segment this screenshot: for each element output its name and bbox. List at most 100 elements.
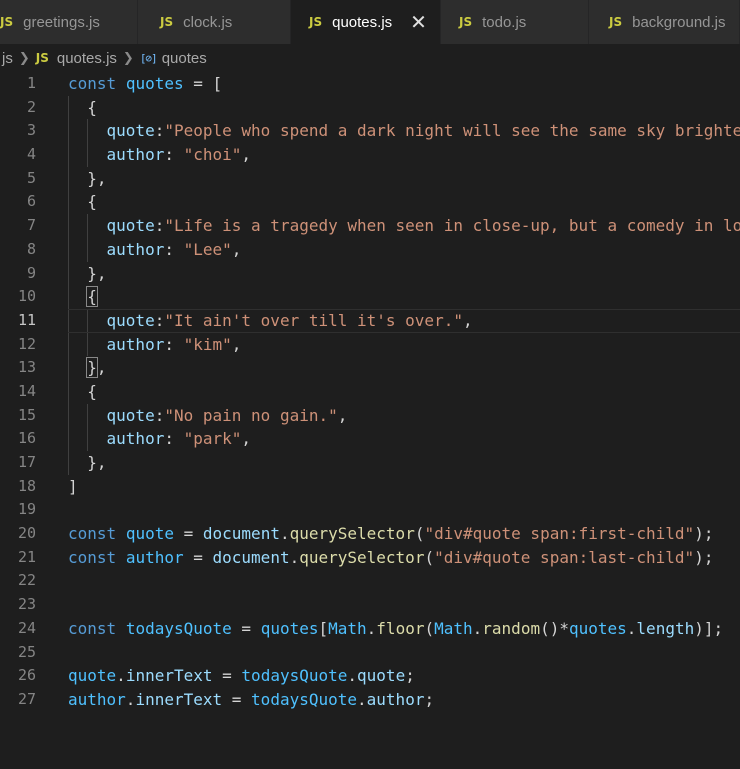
code-token: length — [636, 618, 695, 638]
code-token: "No pain no gain." — [164, 405, 338, 425]
code-token: , — [231, 239, 242, 259]
code-token: = — [231, 618, 261, 638]
code-token: = — [173, 524, 203, 544]
close-icon[interactable]: ✕ — [410, 12, 427, 32]
tab-greetings-js[interactable]: JS greetings.js — [0, 0, 138, 44]
code-text: { — [68, 380, 97, 404]
code-token: , — [96, 358, 107, 378]
code-editor[interactable]: 1 const quotes = [2 {3 quote:"People who … — [0, 72, 740, 769]
line-number: 17 — [17, 453, 36, 471]
code-token: }, — [68, 168, 107, 188]
code-line[interactable]: 8 author: "Lee", — [0, 237, 740, 262]
code-token: "div#quote span:first-child" — [424, 524, 695, 544]
line-number: 27 — [17, 689, 36, 708]
code-token: "Lee" — [183, 239, 232, 259]
code-line[interactable]: 16 author: "park", — [0, 427, 740, 451]
code-line[interactable]: 17 }, — [0, 451, 740, 475]
code-line[interactable]: 7 quote:"Life is a tragedy when seen in … — [0, 214, 740, 238]
code-token: ( — [424, 547, 435, 567]
code-line[interactable]: 6 { — [0, 190, 740, 215]
line-number: 5 — [26, 168, 36, 187]
code-text: ] — [68, 475, 78, 499]
line-number: 19 — [17, 500, 36, 519]
code-token: ( — [424, 618, 435, 638]
js-file-icon: JS — [609, 15, 623, 29]
tab-clock-js[interactable]: JS clock.js — [138, 0, 291, 44]
code-line[interactable]: 21 const author = document.querySelector(… — [0, 546, 740, 570]
code-line[interactable]: 14 { — [0, 379, 740, 404]
code-line[interactable]: 24 const todaysQuote = quotes[Math.floor(… — [0, 617, 740, 641]
code-text: const author = document.querySelector("d… — [68, 546, 713, 570]
code-token: quotes — [568, 618, 627, 638]
code-token: [ — [318, 618, 329, 638]
code-line[interactable]: 15 quote:"No pain no gain.", — [0, 403, 740, 428]
code-token: "choi" — [183, 145, 242, 165]
code-token: floor — [376, 618, 425, 638]
code-line[interactable]: 3 quote:"People who spend a dark night w… — [0, 119, 740, 144]
line-number: 14 — [17, 381, 36, 400]
code-token: ; — [424, 689, 435, 709]
code-token: author — [366, 689, 425, 709]
line-number: 10 — [17, 287, 36, 306]
code-line[interactable]: 23 — [0, 593, 740, 617]
code-token: author — [106, 239, 165, 259]
code-token: quote — [106, 216, 155, 236]
tab-label: todo.js — [482, 13, 527, 31]
code-text: const quotes = [ — [68, 72, 222, 96]
line-number: 16 — [17, 429, 36, 448]
code-line[interactable]: 26 quote.innerText = todaysQuote.quote; — [0, 664, 740, 688]
code-token: . — [347, 666, 358, 686]
code-token: const — [68, 74, 117, 93]
js-file-icon: JS — [309, 15, 323, 29]
tab-quotes-js[interactable]: JS quotes.js ✕ — [291, 0, 441, 44]
code-token: ()* — [540, 618, 569, 638]
code-line[interactable]: 5 }, — [0, 166, 740, 191]
code-token: , — [231, 334, 242, 354]
code-line[interactable]: 2 { — [0, 95, 740, 120]
code-line[interactable]: 18] — [0, 475, 740, 499]
code-token: "kim" — [183, 334, 232, 354]
code-line[interactable]: 25 — [0, 641, 740, 665]
code-line[interactable]: 4 author: "choi", — [0, 143, 740, 167]
code-line[interactable]: 19 — [0, 498, 740, 522]
line-number: 13 — [17, 358, 36, 377]
code-token: . — [116, 666, 126, 686]
code-token: = [ — [183, 74, 223, 93]
code-line[interactable]: 10 { — [0, 285, 740, 309]
code-token: const — [68, 547, 117, 567]
code-line[interactable]: 1 const quotes = [ — [0, 72, 740, 96]
code-line[interactable]: 13 }, — [0, 356, 740, 380]
breadcrumb-file[interactable]: quotes.js — [57, 50, 117, 67]
tab-background-js[interactable]: JS background.js — [589, 0, 740, 44]
line-number: 20 — [17, 524, 36, 543]
breadcrumb-folder[interactable]: js — [2, 50, 13, 67]
js-file-icon: JS — [0, 15, 14, 29]
code-line[interactable]: 27 author.innerText = todaysQuote.author; — [0, 688, 740, 712]
code-token: : — [154, 216, 165, 236]
code-token: quote — [68, 666, 117, 686]
code-line[interactable]: 12 author: "kim", — [0, 332, 740, 357]
code-token: todaysQuote — [241, 666, 348, 686]
code-token: quotes — [125, 74, 184, 93]
code-token: const — [68, 524, 117, 544]
code-token: { — [68, 97, 97, 117]
tab-label: clock.js — [183, 13, 233, 31]
code-token: }, — [68, 263, 107, 283]
code-token: , — [337, 405, 348, 425]
code-token: author — [68, 689, 126, 709]
code-token: { — [68, 381, 97, 401]
code-text: quote:"No pain no gain.", — [68, 404, 348, 428]
code-line[interactable]: 9 }, — [0, 261, 740, 286]
code-line[interactable]: 20 const quote = document.querySelector("… — [0, 522, 740, 546]
code-line[interactable]: 11 quote:"It ain't over till it's over."… — [0, 308, 740, 333]
code-line[interactable]: 22 — [0, 569, 740, 593]
tab-todo-js[interactable]: JS todo.js — [441, 0, 589, 44]
code-token: author — [106, 334, 165, 354]
code-token: ] — [68, 476, 78, 496]
code-token: innerText — [125, 666, 213, 686]
breadcrumb-symbol[interactable]: quotes — [162, 50, 207, 67]
